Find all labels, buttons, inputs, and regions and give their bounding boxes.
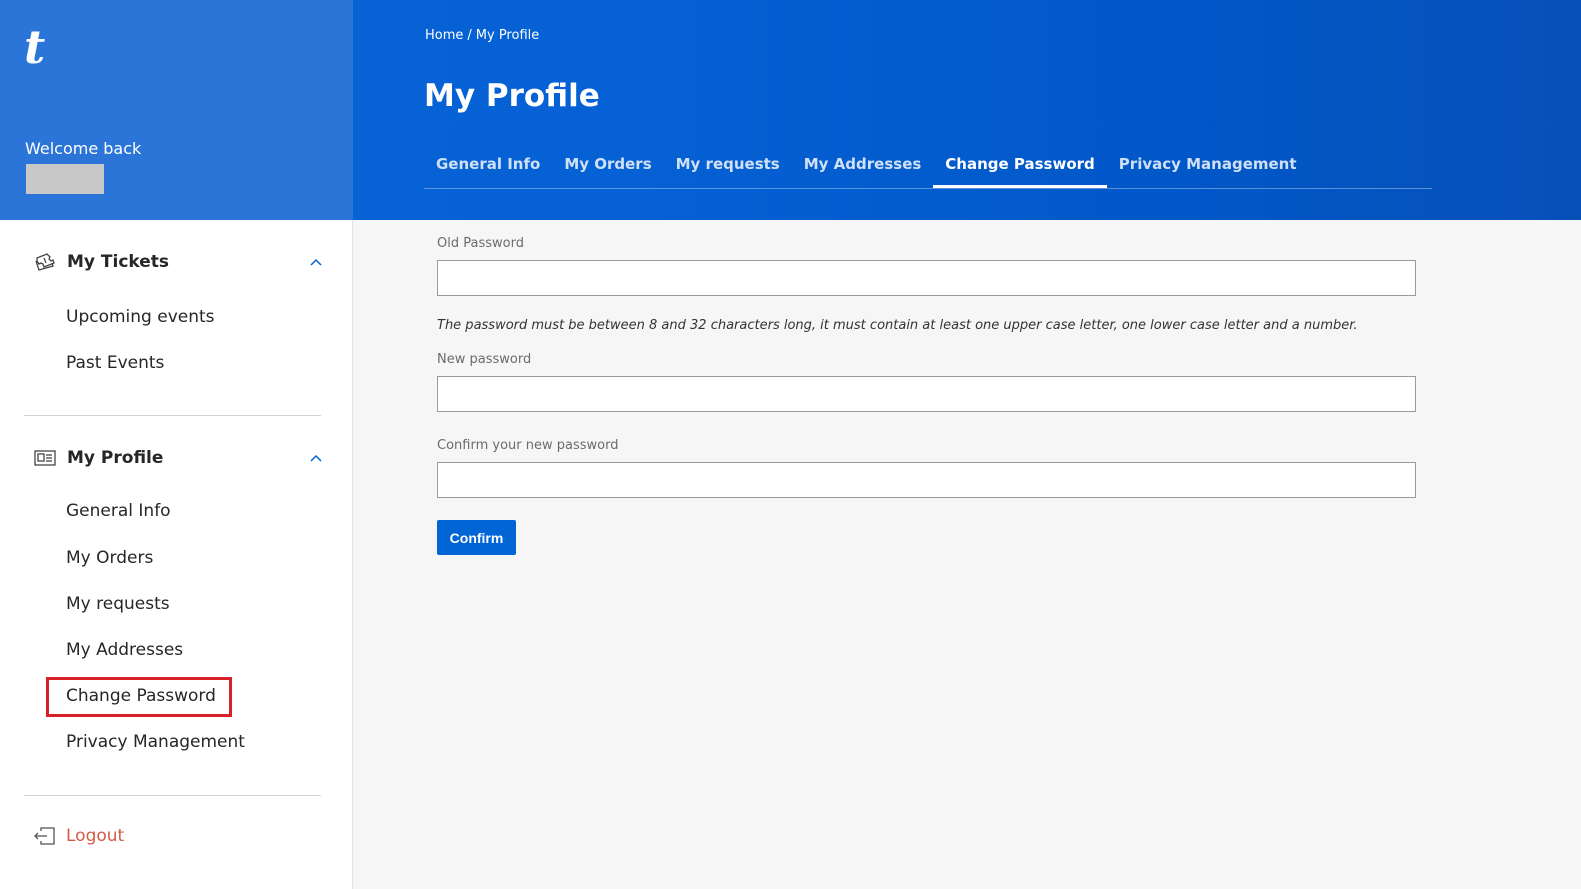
sidebar-item-upcoming-events[interactable]: Upcoming events	[66, 307, 215, 327]
tab-my-requests[interactable]: My requests	[664, 145, 792, 188]
tab-general-info[interactable]: General Info	[424, 145, 552, 188]
tickets-icon	[33, 251, 57, 273]
profile-tabs: General Info My Orders My requests My Ad…	[424, 145, 1432, 189]
sidebar-item-my-requests[interactable]: My requests	[66, 594, 170, 614]
breadcrumb-home[interactable]: Home	[425, 28, 463, 43]
sidebar-section-my-tickets[interactable]: My Tickets	[33, 251, 323, 273]
chevron-up-icon[interactable]	[309, 255, 323, 269]
confirm-password-input[interactable]	[437, 462, 1416, 498]
confirm-password-label: Confirm your new password	[437, 438, 619, 453]
breadcrumb-current: My Profile	[475, 28, 540, 43]
tab-my-orders[interactable]: My Orders	[552, 145, 663, 188]
logout-icon	[33, 826, 57, 846]
sidebar-item-privacy-management[interactable]: Privacy Management	[66, 732, 245, 752]
logout-label: Logout	[66, 826, 125, 846]
sidebar-divider	[24, 415, 321, 416]
brand-panel: t Welcome back	[0, 0, 353, 220]
highlight-box	[46, 677, 232, 717]
user-name-redacted	[26, 164, 104, 194]
welcome-text: Welcome back	[25, 139, 142, 158]
sidebar: My Tickets Upcoming events Past Events M…	[0, 220, 353, 889]
sidebar-item-my-addresses[interactable]: My Addresses	[66, 640, 183, 660]
sidebar-section-label: My Profile	[67, 448, 164, 468]
sidebar-section-label: My Tickets	[67, 252, 170, 272]
old-password-label: Old Password	[437, 236, 524, 251]
confirm-button[interactable]: Confirm	[437, 520, 516, 555]
sidebar-item-my-orders[interactable]: My Orders	[66, 548, 153, 568]
sidebar-item-past-events[interactable]: Past Events	[66, 353, 164, 373]
logout-button[interactable]: Logout	[33, 826, 124, 846]
id-card-icon	[33, 447, 57, 469]
tab-change-password[interactable]: Change Password	[933, 145, 1107, 188]
breadcrumb-separator: /	[467, 28, 472, 43]
chevron-up-icon[interactable]	[309, 451, 323, 465]
sidebar-divider	[24, 795, 321, 796]
new-password-label: New password	[437, 352, 532, 367]
page-header: t Welcome back Home / My Profile My Profil…	[0, 0, 1581, 220]
password-requirements-hint: The password must be between 8 and 32 ch…	[437, 318, 1358, 333]
new-password-input[interactable]	[437, 376, 1416, 412]
brand-logo[interactable]: t	[24, 24, 45, 70]
sidebar-item-general-info[interactable]: General Info	[66, 501, 171, 521]
old-password-input[interactable]	[437, 260, 1416, 296]
tab-my-addresses[interactable]: My Addresses	[792, 145, 934, 188]
tab-privacy-management[interactable]: Privacy Management	[1107, 145, 1309, 188]
page-title: My Profile	[424, 78, 600, 114]
sidebar-section-my-profile[interactable]: My Profile	[33, 447, 323, 469]
breadcrumb: Home / My Profile	[425, 28, 543, 43]
